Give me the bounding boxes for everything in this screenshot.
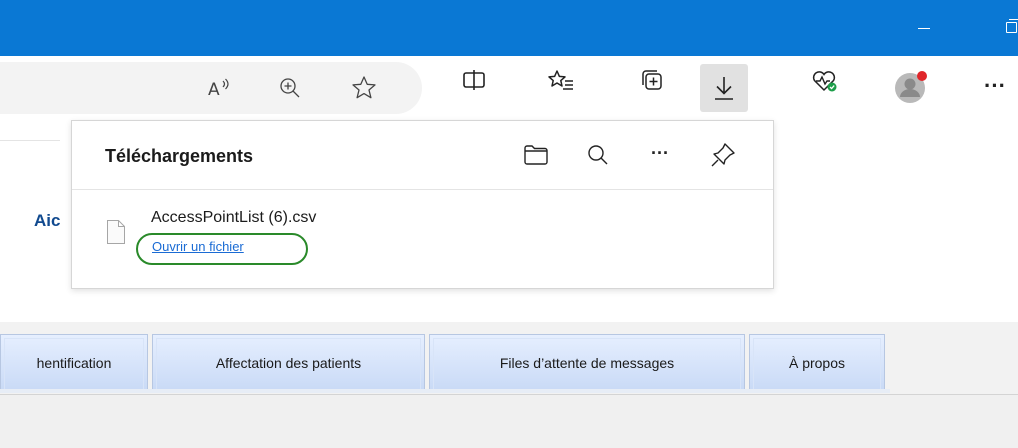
open-file-link[interactable]: Ouvrir un fichier	[152, 239, 244, 254]
tab-files-attente-messages[interactable]: Files d’attente de messages	[429, 334, 745, 390]
profile-avatar-icon[interactable]	[888, 64, 936, 112]
pin-icon[interactable]	[707, 139, 739, 171]
more-options-icon[interactable]: ···	[984, 70, 1018, 106]
tab-label: hentification	[36, 354, 112, 371]
tab-authentification[interactable]: hentification	[0, 334, 148, 390]
downloads-panel: Téléchargements ··· AccessPointList (6).…	[71, 120, 774, 289]
zoom-icon[interactable]	[274, 72, 306, 104]
open-folder-icon[interactable]	[520, 139, 552, 171]
browser-essentials-icon[interactable]	[808, 71, 840, 104]
restore-button[interactable]	[996, 14, 1018, 42]
tabs-area: hentification Affectation des patients F…	[0, 322, 1018, 448]
tabs-baseline	[0, 389, 890, 393]
browser-toolbar: A ···	[0, 56, 1018, 120]
window-title-bar	[0, 0, 1018, 56]
favorites-list-icon[interactable]	[545, 70, 577, 104]
page-heading-partial: Aic	[34, 211, 61, 230]
tab-affectation-des-patients[interactable]: Affectation des patients	[152, 334, 425, 390]
read-aloud-icon[interactable]: A	[204, 72, 236, 104]
favorite-star-icon[interactable]	[348, 72, 380, 104]
split-screen-icon[interactable]	[458, 70, 490, 104]
collections-icon[interactable]	[636, 70, 668, 104]
svg-text:A: A	[208, 80, 220, 100]
search-icon[interactable]	[582, 139, 614, 171]
panel-divider	[72, 189, 773, 190]
download-icon	[715, 77, 733, 100]
tab-a-propos[interactable]: À propos	[749, 334, 885, 390]
tab-label: Files d’attente de messages	[499, 354, 675, 371]
file-icon	[106, 219, 126, 250]
minimize-button[interactable]	[904, 14, 944, 42]
more-options-icon[interactable]: ···	[644, 139, 676, 171]
page-divider	[0, 140, 60, 141]
address-bar[interactable]: A	[0, 62, 422, 114]
downloads-button[interactable]	[700, 64, 748, 112]
tab-content-panel	[0, 394, 1018, 448]
tab-label: Affectation des patients	[215, 354, 362, 371]
tab-label: À propos	[788, 354, 846, 371]
downloads-panel-title: Téléchargements	[105, 146, 254, 166]
download-file-name: AccessPointList (6).csv	[151, 209, 317, 226]
